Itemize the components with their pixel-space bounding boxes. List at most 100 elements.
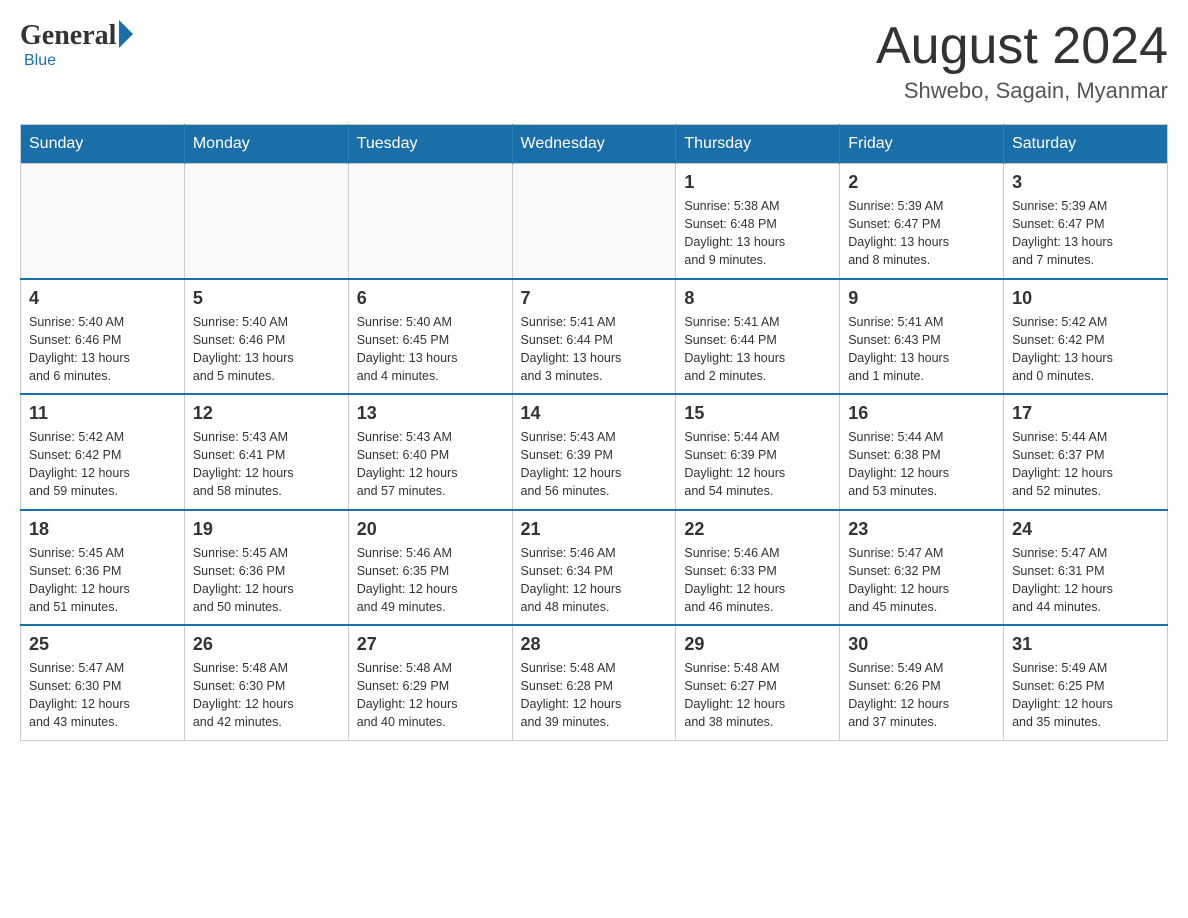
day-number: 2 xyxy=(848,172,995,193)
day-info: Sunrise: 5:43 AM Sunset: 6:39 PM Dayligh… xyxy=(521,428,668,501)
day-info: Sunrise: 5:44 AM Sunset: 6:37 PM Dayligh… xyxy=(1012,428,1159,501)
day-number: 3 xyxy=(1012,172,1159,193)
calendar-week-row: 4 Sunrise: 5:40 AM Sunset: 6:46 PM Daylig… xyxy=(21,279,1168,395)
day-number: 7 xyxy=(521,288,668,309)
day-number: 28 xyxy=(521,634,668,655)
calendar-week-row: 18 Sunrise: 5:45 AM Sunset: 6:36 PM Dayli… xyxy=(21,510,1168,626)
day-number: 8 xyxy=(684,288,831,309)
day-number: 22 xyxy=(684,519,831,540)
calendar-day-cell: 7 Sunrise: 5:41 AM Sunset: 6:44 PM Daylig… xyxy=(512,279,676,395)
day-of-week-header: Thursday xyxy=(676,125,840,164)
day-number: 27 xyxy=(357,634,504,655)
day-info: Sunrise: 5:42 AM Sunset: 6:42 PM Dayligh… xyxy=(29,428,176,501)
day-info: Sunrise: 5:38 AM Sunset: 6:48 PM Dayligh… xyxy=(684,197,831,270)
day-number: 23 xyxy=(848,519,995,540)
logo: General Blue xyxy=(20,20,133,70)
day-of-week-header: Saturday xyxy=(1004,125,1168,164)
calendar-day-cell: 5Sunrise: 5:40 AM Sunset: 6:46 PM Daylig… xyxy=(184,279,348,395)
day-of-week-header: Tuesday xyxy=(348,125,512,164)
day-info: Sunrise: 5:40 AM Sunset: 6:45 PM Dayligh… xyxy=(357,313,504,386)
calendar-day-cell xyxy=(21,164,185,279)
calendar-day-cell: 27 Sunrise: 5:48 AM Sunset: 6:29 PM Dayli… xyxy=(348,625,512,740)
day-info: Sunrise: 5:47 AM Sunset: 6:32 PM Dayligh… xyxy=(848,544,995,617)
day-info: Sunrise: 5:45 AM Sunset: 6:36 PM Dayligh… xyxy=(193,544,340,617)
day-info: Sunrise: 5:46 AM Sunset: 6:34 PM Dayligh… xyxy=(521,544,668,617)
day-number: 31 xyxy=(1012,634,1159,655)
calendar-day-cell: 12 Sunrise: 5:43 AM Sunset: 6:41 PM Dayli… xyxy=(184,394,348,510)
day-number: 1 xyxy=(684,172,831,193)
calendar-week-row: 25 Sunrise: 5:47 AM Sunset: 6:30 PM Dayli… xyxy=(21,625,1168,740)
calendar-day-cell: 15 Sunrise: 5:44 AM Sunset: 6:39 PM Dayli… xyxy=(676,394,840,510)
day-info: Sunrise: 5:41 AM Sunset: 6:44 PM Dayligh… xyxy=(684,313,831,386)
location-subtitle: Shwebo, Sagain, Myanmar xyxy=(876,78,1168,104)
day-info: Sunrise: 5:49 AM Sunset: 6:26 PM Dayligh… xyxy=(848,659,995,732)
day-number: 4 xyxy=(29,288,176,309)
day-number: 14 xyxy=(521,403,668,424)
calendar-day-cell xyxy=(348,164,512,279)
page-header: General Blue August 2024 Shwebo, Sagain,… xyxy=(20,20,1168,104)
calendar-day-cell: 21 Sunrise: 5:46 AM Sunset: 6:34 PM Dayli… xyxy=(512,510,676,626)
month-title: August 2024 xyxy=(876,20,1168,72)
day-number: 26 xyxy=(193,634,340,655)
calendar-day-cell: 8 Sunrise: 5:41 AM Sunset: 6:44 PM Daylig… xyxy=(676,279,840,395)
calendar-day-cell: 17 Sunrise: 5:44 AM Sunset: 6:37 PM Dayli… xyxy=(1004,394,1168,510)
day-info: Sunrise: 5:48 AM Sunset: 6:27 PM Dayligh… xyxy=(684,659,831,732)
day-info: Sunrise: 5:48 AM Sunset: 6:28 PM Dayligh… xyxy=(521,659,668,732)
day-number: 21 xyxy=(521,519,668,540)
day-number: 30 xyxy=(848,634,995,655)
logo-general-text: General xyxy=(20,20,116,52)
day-number: 15 xyxy=(684,403,831,424)
day-info: Sunrise: 5:46 AM Sunset: 6:33 PM Dayligh… xyxy=(684,544,831,617)
day-of-week-header: Sunday xyxy=(21,125,185,164)
day-info: Sunrise: 5:44 AM Sunset: 6:38 PM Dayligh… xyxy=(848,428,995,501)
calendar-day-cell: 11Sunrise: 5:42 AM Sunset: 6:42 PM Dayli… xyxy=(21,394,185,510)
logo-triangle-icon xyxy=(119,20,133,48)
day-info: Sunrise: 5:48 AM Sunset: 6:30 PM Dayligh… xyxy=(193,659,340,732)
day-number: 5 xyxy=(193,288,340,309)
day-info: Sunrise: 5:41 AM Sunset: 6:44 PM Dayligh… xyxy=(521,313,668,386)
calendar-day-cell: 30 Sunrise: 5:49 AM Sunset: 6:26 PM Dayli… xyxy=(840,625,1004,740)
day-number: 24 xyxy=(1012,519,1159,540)
day-number: 12 xyxy=(193,403,340,424)
day-info: Sunrise: 5:43 AM Sunset: 6:41 PM Dayligh… xyxy=(193,428,340,501)
calendar-day-cell: 24Sunrise: 5:47 AM Sunset: 6:31 PM Dayli… xyxy=(1004,510,1168,626)
day-number: 16 xyxy=(848,403,995,424)
day-number: 17 xyxy=(1012,403,1159,424)
calendar-week-row: 11Sunrise: 5:42 AM Sunset: 6:42 PM Dayli… xyxy=(21,394,1168,510)
calendar-day-cell: 22 Sunrise: 5:46 AM Sunset: 6:33 PM Dayli… xyxy=(676,510,840,626)
calendar-day-cell: 2Sunrise: 5:39 AM Sunset: 6:47 PM Daylig… xyxy=(840,164,1004,279)
calendar-day-cell: 16 Sunrise: 5:44 AM Sunset: 6:38 PM Dayli… xyxy=(840,394,1004,510)
day-info: Sunrise: 5:43 AM Sunset: 6:40 PM Dayligh… xyxy=(357,428,504,501)
day-info: Sunrise: 5:48 AM Sunset: 6:29 PM Dayligh… xyxy=(357,659,504,732)
calendar-day-cell: 14 Sunrise: 5:43 AM Sunset: 6:39 PM Dayli… xyxy=(512,394,676,510)
calendar-day-cell: 4 Sunrise: 5:40 AM Sunset: 6:46 PM Daylig… xyxy=(21,279,185,395)
day-number: 19 xyxy=(193,519,340,540)
calendar-day-cell: 25 Sunrise: 5:47 AM Sunset: 6:30 PM Dayli… xyxy=(21,625,185,740)
calendar-day-cell: 23 Sunrise: 5:47 AM Sunset: 6:32 PM Dayli… xyxy=(840,510,1004,626)
day-number: 20 xyxy=(357,519,504,540)
day-number: 25 xyxy=(29,634,176,655)
day-info: Sunrise: 5:47 AM Sunset: 6:30 PM Dayligh… xyxy=(29,659,176,732)
calendar-day-cell xyxy=(512,164,676,279)
calendar-day-cell: 20 Sunrise: 5:46 AM Sunset: 6:35 PM Dayli… xyxy=(348,510,512,626)
day-info: Sunrise: 5:42 AM Sunset: 6:42 PM Dayligh… xyxy=(1012,313,1159,386)
calendar-day-cell: 10 Sunrise: 5:42 AM Sunset: 6:42 PM Dayli… xyxy=(1004,279,1168,395)
title-section: August 2024 Shwebo, Sagain, Myanmar xyxy=(876,20,1168,104)
calendar-day-cell: 29 Sunrise: 5:48 AM Sunset: 6:27 PM Dayli… xyxy=(676,625,840,740)
day-info: Sunrise: 5:45 AM Sunset: 6:36 PM Dayligh… xyxy=(29,544,176,617)
day-info: Sunrise: 5:49 AM Sunset: 6:25 PM Dayligh… xyxy=(1012,659,1159,732)
day-info: Sunrise: 5:41 AM Sunset: 6:43 PM Dayligh… xyxy=(848,313,995,386)
day-info: Sunrise: 5:40 AM Sunset: 6:46 PM Dayligh… xyxy=(29,313,176,386)
day-info: Sunrise: 5:46 AM Sunset: 6:35 PM Dayligh… xyxy=(357,544,504,617)
calendar-header-row: SundayMondayTuesdayWednesdayThursdayFrid… xyxy=(21,125,1168,164)
day-info: Sunrise: 5:44 AM Sunset: 6:39 PM Dayligh… xyxy=(684,428,831,501)
day-number: 10 xyxy=(1012,288,1159,309)
logo-blue-text: Blue xyxy=(24,52,56,70)
day-number: 29 xyxy=(684,634,831,655)
day-of-week-header: Monday xyxy=(184,125,348,164)
day-of-week-header: Friday xyxy=(840,125,1004,164)
day-number: 18 xyxy=(29,519,176,540)
calendar-day-cell: 9 Sunrise: 5:41 AM Sunset: 6:43 PM Daylig… xyxy=(840,279,1004,395)
day-number: 9 xyxy=(848,288,995,309)
calendar-day-cell: 1 Sunrise: 5:38 AM Sunset: 6:48 PM Daylig… xyxy=(676,164,840,279)
